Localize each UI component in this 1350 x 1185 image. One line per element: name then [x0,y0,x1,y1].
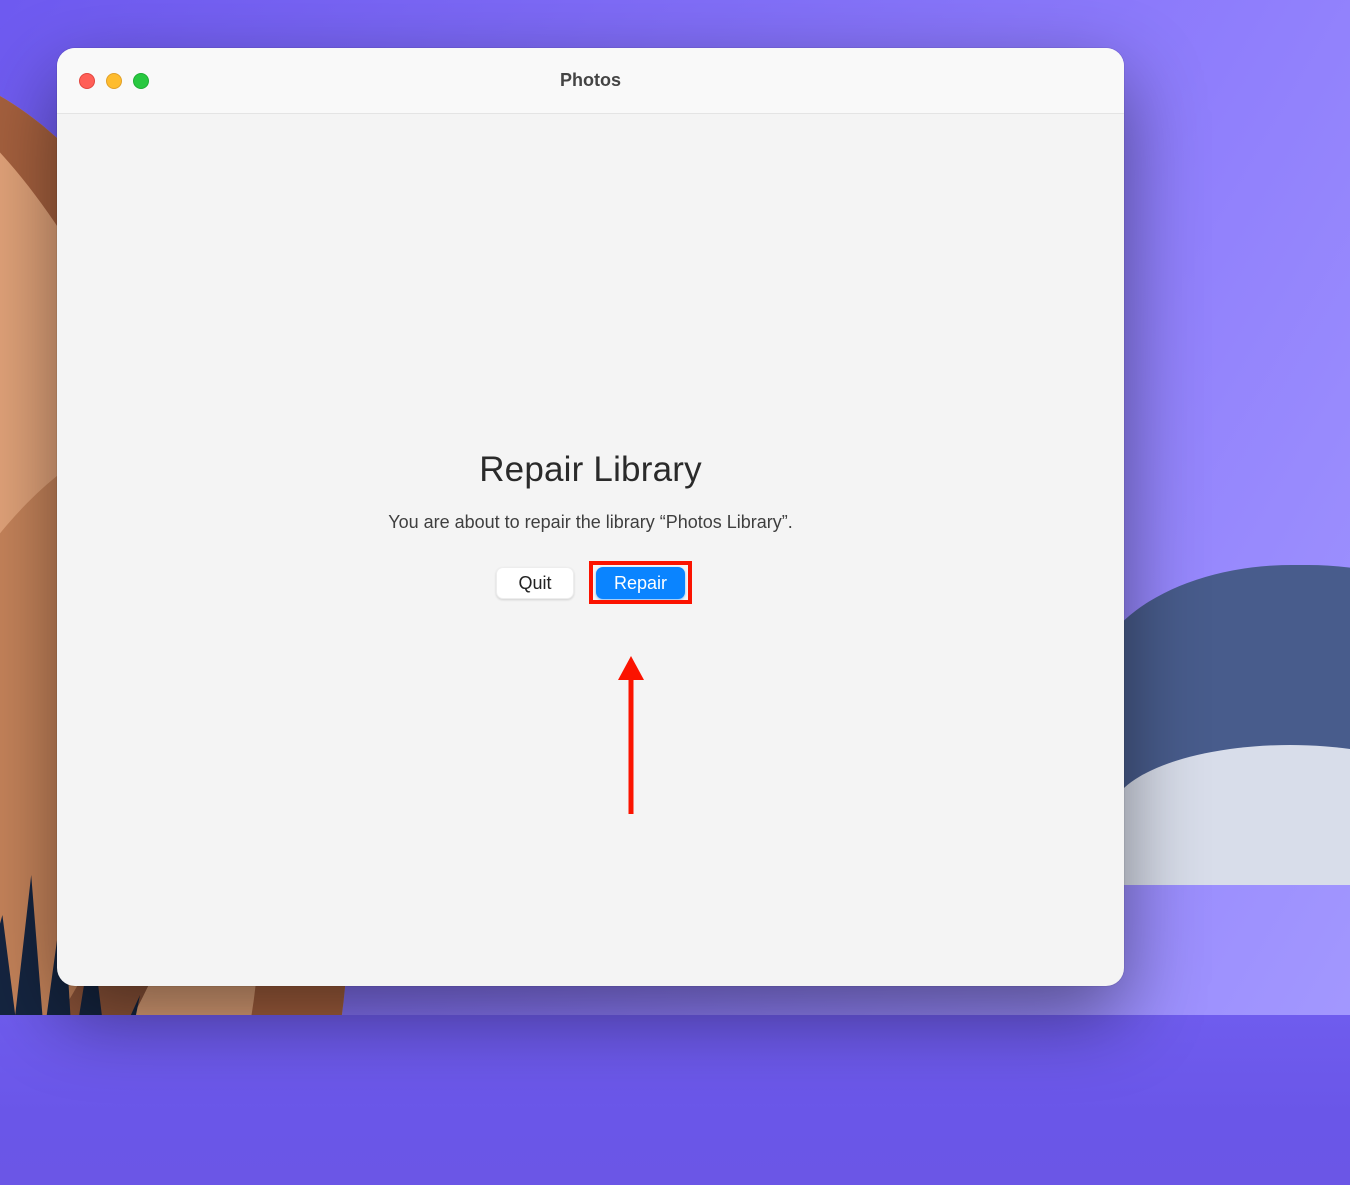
dialog-heading: Repair Library [57,450,1124,490]
window-titlebar: Photos [57,48,1124,114]
quit-button[interactable]: Quit [496,567,574,599]
dialog-message: You are about to repair the library “Pho… [57,512,1124,533]
photos-window: Photos Repair Library You are about to r… [57,48,1124,986]
annotation-arrow [618,656,644,814]
repair-button[interactable]: Repair [596,567,685,599]
window-content: Repair Library You are about to repair t… [57,114,1124,986]
window-title: Photos [57,70,1124,91]
minimize-window-button[interactable] [106,73,122,89]
window-controls [79,73,149,89]
zoom-window-button[interactable] [133,73,149,89]
close-window-button[interactable] [79,73,95,89]
dialog-button-row: Quit Repair [57,567,1124,599]
repair-library-dialog: Repair Library You are about to repair t… [57,450,1124,599]
